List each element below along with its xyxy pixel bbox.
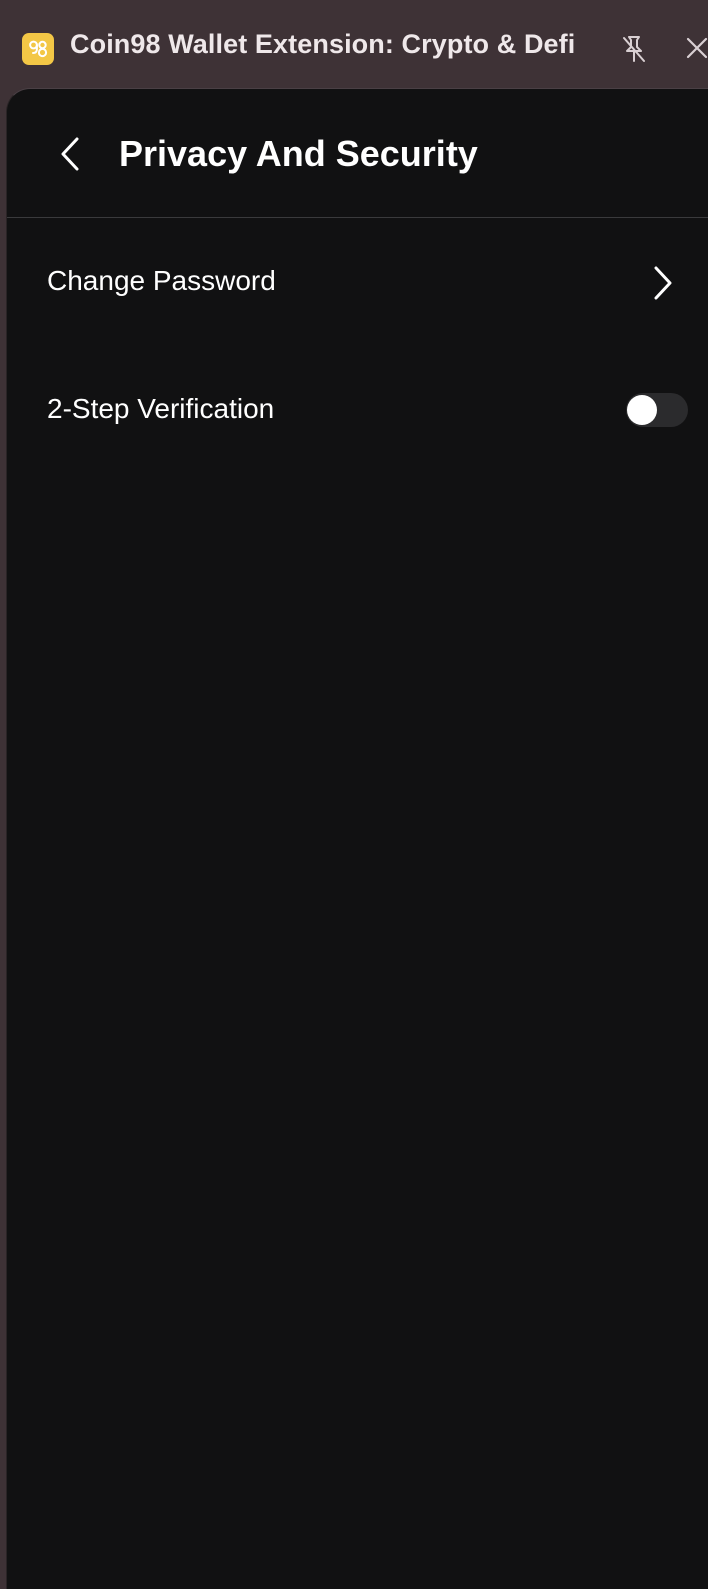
window-titlebar: Coin98 Wallet Extension: Crypto & Defi xyxy=(0,0,708,92)
page-title: Privacy And Security xyxy=(119,133,478,174)
extension-panel: Privacy And Security Change Password 2-S… xyxy=(6,88,708,1589)
two-step-verification-toggle[interactable] xyxy=(626,393,688,427)
chevron-right-icon xyxy=(647,263,677,303)
back-button[interactable] xyxy=(53,131,89,177)
close-icon[interactable] xyxy=(684,34,708,62)
two-step-verification-row: 2-Step Verification xyxy=(7,371,708,451)
toggle-knob xyxy=(627,395,657,425)
chevron-left-icon xyxy=(61,137,79,171)
two-step-verification-label: 2-Step Verification xyxy=(47,393,275,424)
coin98-logo-icon xyxy=(22,33,54,65)
change-password-label: Change Password xyxy=(47,265,276,296)
unpin-icon[interactable] xyxy=(620,34,648,64)
change-password-row[interactable]: Change Password xyxy=(7,243,708,323)
page-header: Privacy And Security xyxy=(7,89,708,218)
window-title: Coin98 Wallet Extension: Crypto & Defi xyxy=(70,29,576,59)
